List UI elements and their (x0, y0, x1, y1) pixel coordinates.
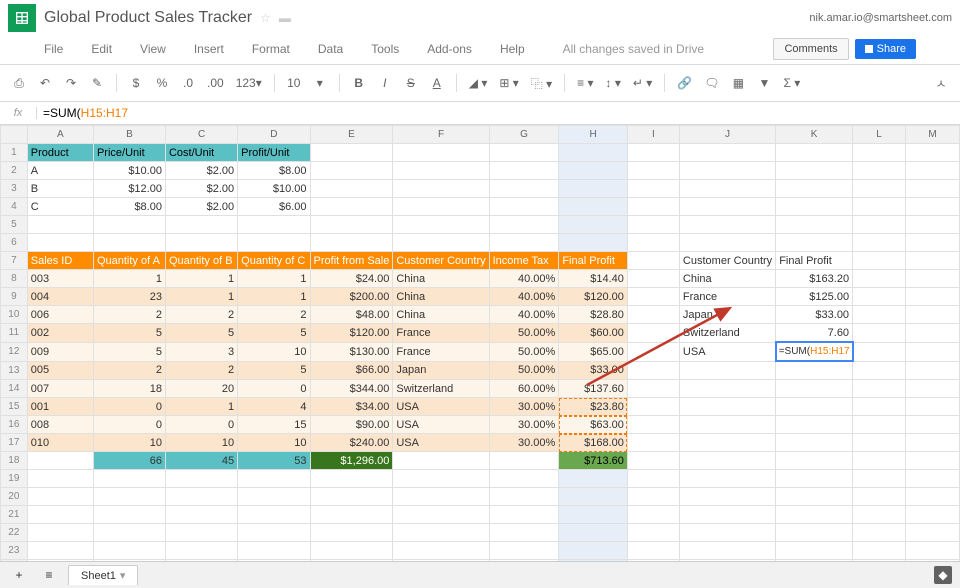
print-icon[interactable]: ⎙ (8, 74, 30, 93)
menu-help[interactable]: Help (500, 42, 525, 56)
col-header-I[interactable]: I (627, 126, 679, 144)
col-header-F[interactable]: F (393, 126, 489, 144)
row-header-10[interactable]: 10 (1, 306, 28, 324)
menu-edit[interactable]: Edit (91, 42, 112, 56)
row-header-5[interactable]: 5 (1, 216, 28, 234)
formula-bar: fx =SUM(H15:H17 (0, 102, 960, 125)
col-header-M[interactable]: M (906, 126, 960, 144)
col-header-G[interactable]: G (489, 126, 559, 144)
explore-icon[interactable]: ◆ (934, 566, 952, 584)
row-header-3[interactable]: 3 (1, 180, 28, 198)
fill-icon[interactable]: ◢ ▾ (465, 74, 492, 92)
title-bar: Global Product Sales Tracker ☆ ▬ nik.ama… (0, 0, 960, 36)
menu-format[interactable]: Format (252, 42, 290, 56)
tab-sheet1[interactable]: Sheet1 ▾ (68, 565, 138, 585)
lock-icon (865, 45, 873, 53)
zoom[interactable]: 123 ▾ (232, 74, 266, 92)
format-percent[interactable]: % (151, 74, 173, 92)
col-header-D[interactable]: D (238, 126, 310, 144)
col-header-B[interactable]: B (93, 126, 165, 144)
row-header-2[interactable]: 2 (1, 162, 28, 180)
bold-icon[interactable]: B (348, 74, 370, 92)
menu-add-ons[interactable]: Add-ons (427, 42, 472, 56)
doc-title[interactable]: Global Product Sales Tracker (44, 9, 252, 27)
menu-insert[interactable]: Insert (194, 42, 224, 56)
row-header-24[interactable]: 24 (1, 560, 28, 562)
valign-icon[interactable]: ↕ ▾ (601, 74, 624, 92)
format-currency[interactable]: $ (125, 74, 147, 92)
font-size[interactable]: 10 (283, 74, 305, 92)
merge-icon[interactable]: ⿻ ▾ (527, 73, 556, 94)
halign-icon[interactable]: ≡ ▾ (573, 74, 597, 92)
fx-icon: fx (0, 107, 37, 119)
row-header-20[interactable]: 20 (1, 488, 28, 506)
col-header-E[interactable]: E (310, 126, 393, 144)
row-header-11[interactable]: 11 (1, 324, 28, 343)
share-button[interactable]: Share (855, 39, 916, 59)
add-sheet-icon[interactable]: + (8, 566, 30, 584)
functions-icon[interactable]: Σ ▾ (779, 74, 804, 92)
comments-button[interactable]: Comments (773, 38, 848, 60)
save-status: All changes saved in Drive (563, 42, 704, 56)
row-header-21[interactable]: 21 (1, 506, 28, 524)
formula-input[interactable]: =SUM(H15:H17 (37, 104, 960, 122)
all-sheets-icon[interactable]: ≡ (38, 566, 60, 584)
wrap-icon[interactable]: ↵ ▾ (629, 74, 656, 92)
menu-view[interactable]: View (140, 42, 166, 56)
strike-icon[interactable]: S (400, 74, 422, 92)
col-header-L[interactable]: L (853, 126, 906, 144)
increase-decimal[interactable]: .00 (203, 74, 228, 92)
collapse-icon[interactable]: ㅅ (930, 73, 952, 94)
row-header-13[interactable]: 13 (1, 361, 28, 380)
text-color-icon[interactable]: A (426, 74, 448, 92)
sheet-tabs: + ≡ Sheet1 ▾ ◆ (0, 561, 960, 588)
col-header-K[interactable]: K (776, 126, 853, 144)
spreadsheet-grid[interactable]: ABCDEFGHIJKLM1ProductPrice/UnitCost/Unit… (0, 125, 960, 561)
row-header-7[interactable]: 7 (1, 252, 28, 270)
row-header-15[interactable]: 15 (1, 398, 28, 416)
star-icon[interactable]: ☆ (260, 11, 271, 25)
row-header-12[interactable]: 12 (1, 342, 28, 361)
link-icon[interactable]: 🔗 (673, 74, 696, 92)
row-header-8[interactable]: 8 (1, 270, 28, 288)
menu-bar: File Edit View Insert Format Data Tools Add-ons… (0, 36, 960, 65)
filter-icon[interactable]: ▼ (753, 74, 775, 92)
row-header-9[interactable]: 9 (1, 288, 28, 306)
row-header-1[interactable]: 1 (1, 144, 28, 162)
sheets-logo (8, 4, 36, 32)
paint-icon[interactable]: ✎ (86, 74, 108, 92)
user-email[interactable]: nik.amar.io@smartsheet.com (809, 12, 952, 24)
decrease-decimal[interactable]: .0 (177, 74, 199, 92)
menu-data[interactable]: Data (318, 42, 343, 56)
comment-icon[interactable]: 🗨 (700, 74, 723, 92)
row-header-18[interactable]: 18 (1, 452, 28, 470)
toolbar: ⎙ ↶ ↷ ✎ $ % .0 .00 123 ▾ 10 ▾ B I S A ◢ … (0, 65, 960, 102)
menu-tools[interactable]: Tools (371, 42, 399, 56)
row-header-19[interactable]: 19 (1, 470, 28, 488)
row-header-14[interactable]: 14 (1, 380, 28, 398)
row-header-23[interactable]: 23 (1, 542, 28, 560)
row-header-4[interactable]: 4 (1, 198, 28, 216)
active-cell[interactable]: =SUM(H15:H17 (776, 342, 853, 361)
row-header-16[interactable]: 16 (1, 416, 28, 434)
col-header-A[interactable]: A (27, 126, 93, 144)
italic-icon[interactable]: I (374, 74, 396, 92)
row-header-22[interactable]: 22 (1, 524, 28, 542)
row-header-17[interactable]: 17 (1, 434, 28, 452)
undo-icon[interactable]: ↶ (34, 74, 56, 92)
menu-file[interactable]: File (44, 42, 63, 56)
borders-icon[interactable]: ⊞ ▾ (495, 74, 522, 92)
chart-icon[interactable]: ▦ (727, 74, 749, 92)
col-header-H[interactable]: H (559, 126, 628, 144)
row-header-6[interactable]: 6 (1, 234, 28, 252)
folder-icon[interactable]: ▬ (279, 11, 291, 25)
col-header-C[interactable]: C (165, 126, 237, 144)
col-header-J[interactable]: J (679, 126, 775, 144)
redo-icon[interactable]: ↷ (60, 74, 82, 92)
